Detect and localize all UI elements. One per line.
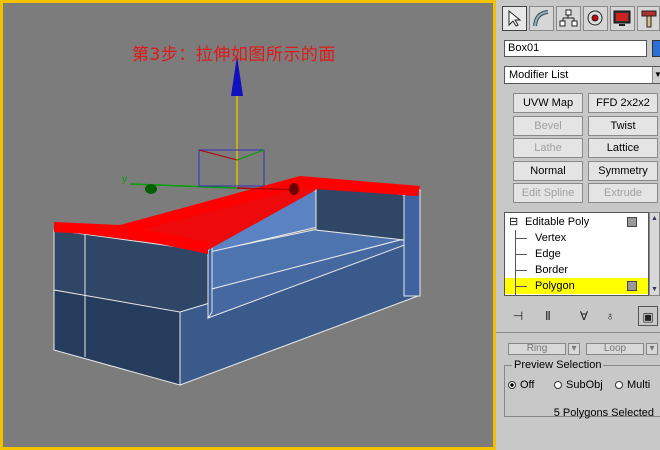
stack-item-label: Element [535, 294, 575, 295]
perspective-viewport[interactable]: y 第3步：拉伸如图所示的面 [0, 0, 496, 450]
panel-separator [496, 332, 660, 333]
sofa-right-arm-side [403, 189, 421, 297]
remove-modifier-icon[interactable]: ♁ [600, 306, 620, 326]
modifier-button-extrude[interactable]: Extrude [588, 183, 658, 203]
modifier-button-twist[interactable]: Twist [588, 115, 658, 136]
stack-item-toggle-icon[interactable] [627, 281, 637, 291]
modifier-button-uvw-map[interactable]: UVW Map [513, 93, 583, 113]
stack-item-label: Vertex [535, 232, 567, 244]
selection-rollout: Ring ▾ Loop ▾ Preview Selection Off SubO… [500, 339, 660, 450]
preview-off-radio[interactable]: Off [508, 379, 534, 391]
preview-selection-title: Preview Selection [512, 359, 604, 371]
modify-tab-bend-icon[interactable] [529, 6, 554, 31]
ring-button[interactable]: Ring [508, 343, 566, 355]
modifier-button-normal[interactable]: Normal [513, 160, 583, 181]
motion-tab-icon[interactable] [583, 6, 608, 31]
tree-line [515, 294, 516, 295]
preview-subobj-radio[interactable]: SubObj [554, 379, 603, 391]
stack-root-label: Editable Poly [525, 216, 590, 228]
modifier-stack[interactable]: ⊟ Editable Poly Vertex Edge Border Polygon E… [504, 212, 649, 296]
stack-root-toggle-icon[interactable] [627, 217, 637, 227]
hierarchy-tab-icon[interactable] [556, 6, 581, 31]
modifier-list-label: Modifier List [509, 69, 569, 81]
configure-sets-icon[interactable]: ▣ [638, 306, 658, 326]
tree-tick [515, 238, 527, 239]
object-color-swatch[interactable] [652, 40, 660, 57]
stack-scrollbar[interactable]: ▲ ▼ [649, 212, 660, 296]
object-name-field[interactable]: Box01 [504, 40, 647, 57]
tree-tick [515, 254, 527, 255]
modifier-button-ffd-2x2x2[interactable]: FFD 2x2x2 [588, 93, 658, 113]
stack-item-label: Polygon [535, 280, 575, 292]
pin-stack-icon[interactable]: ⊣ [508, 306, 528, 326]
stack-item-polygon[interactable]: Polygon [505, 278, 648, 294]
modifier-button-symmetry[interactable]: Symmetry [588, 160, 658, 181]
sofa-left-arm-side [207, 243, 213, 320]
show-end-result-icon[interactable]: Ⅱ [538, 306, 558, 326]
ring-spinner[interactable]: ▾ [568, 343, 580, 355]
preview-multi-radio[interactable]: Multi [615, 379, 650, 391]
viewport-scene: y [53, 56, 421, 386]
loop-button[interactable]: Loop [586, 343, 644, 355]
modifier-button-lathe[interactable]: Lathe [513, 138, 583, 158]
stack-toolbar: ⊣ Ⅱ ∀ ♁ ▣ [504, 304, 660, 328]
step-caption: 第3步：拉伸如图所示的面 [132, 45, 336, 65]
tree-tick [515, 286, 527, 287]
create-tab-arrow-icon[interactable] [502, 6, 527, 31]
stack-root-row[interactable]: ⊟ Editable Poly [505, 214, 648, 230]
tree-tick [515, 270, 527, 271]
modifier-list-dropdown[interactable]: Modifier List ▼ [504, 66, 660, 84]
stack-item-label: Edge [535, 248, 561, 260]
stack-item-border[interactable]: Border [505, 262, 648, 278]
utilities-tab-hammer-icon[interactable] [637, 6, 660, 31]
stack-item-edge[interactable]: Edge [505, 246, 648, 262]
command-panel: Box01 Modifier List ▼ UVW Map FFD 2x2x2 Be… [496, 0, 660, 450]
scroll-up-icon[interactable]: ▲ [651, 215, 658, 222]
gizmo-x-handle [289, 183, 299, 195]
selection-status: 5 Polygons Selected [553, 407, 654, 419]
stack-item-vertex[interactable]: Vertex [505, 230, 648, 246]
chevron-down-icon: ▼ [652, 67, 660, 83]
make-unique-icon[interactable]: ∀ [574, 306, 594, 326]
stack-item-label: Border [535, 264, 569, 276]
modifier-button-edit-spline[interactable]: Edit Spline [513, 183, 583, 203]
command-panel-tabs [496, 0, 660, 36]
gizmo-y-handle [145, 184, 157, 194]
gizmo-y-label: y [122, 174, 127, 185]
display-tab-monitor-icon[interactable] [610, 6, 635, 31]
collapse-icon[interactable]: ⊟ [509, 214, 518, 230]
modifier-button-bevel[interactable]: Bevel [513, 115, 583, 136]
scroll-down-icon[interactable]: ▼ [651, 286, 658, 293]
loop-spinner[interactable]: ▾ [646, 343, 658, 355]
modifier-button-lattice[interactable]: Lattice [588, 138, 658, 158]
stack-item-element[interactable]: Element [505, 294, 648, 295]
